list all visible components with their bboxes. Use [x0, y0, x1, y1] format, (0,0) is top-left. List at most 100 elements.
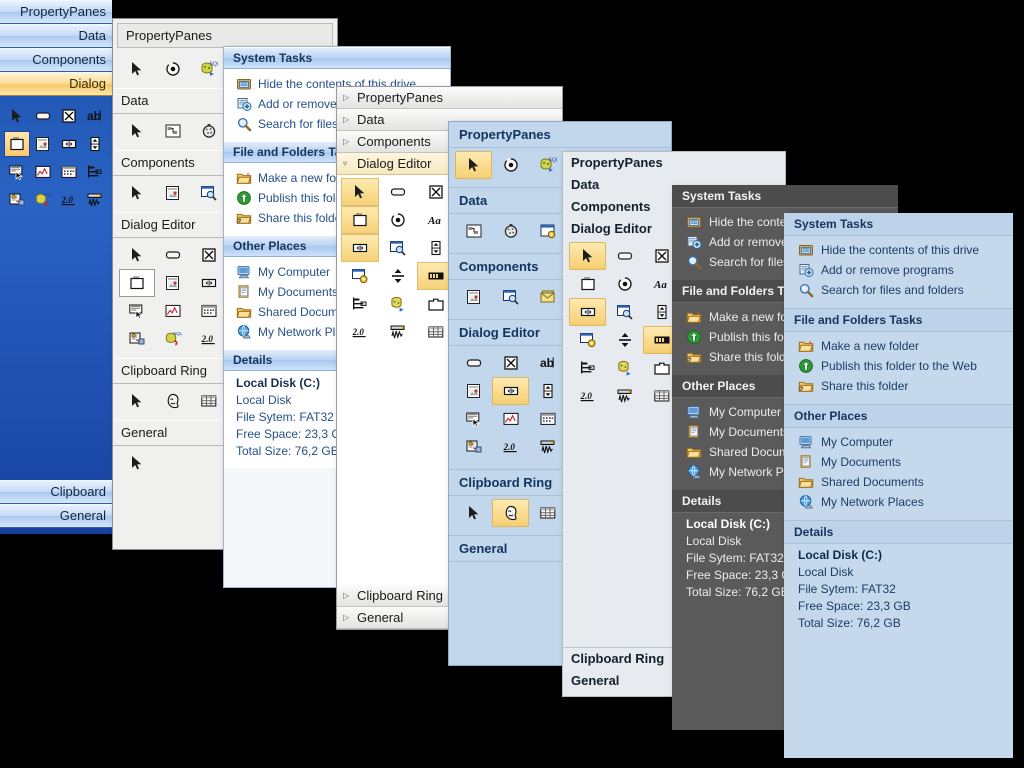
toolbox-item-chart-icon[interactable] [492, 405, 529, 433]
toolbox-item-image-list-icon[interactable] [455, 377, 492, 405]
toolbox-tab-clipboard[interactable]: Clipboard [0, 480, 112, 504]
toolbox-item-sql-connection-icon[interactable]: SQL [529, 151, 566, 179]
toolbox-tab-data[interactable]: Data [0, 24, 112, 48]
toolbox-item-settings-window-icon[interactable] [569, 326, 606, 354]
toolbox-item-twenty-icon[interactable]: 2.0 [191, 325, 227, 353]
toolbox-item-image-list-icon[interactable] [155, 269, 191, 297]
toolbox-item-spin-control-icon[interactable] [529, 377, 566, 405]
task-pane-header[interactable]: File and Folders Tasks [784, 309, 1013, 332]
toolbox-item-radio-button-icon[interactable] [492, 151, 529, 179]
toolbox-item-slider-icon[interactable] [492, 377, 529, 405]
toolbox-group-propertypanes[interactable]: PropertyPanes [449, 122, 671, 148]
task-pane-link[interactable]: Publish this folder to the Web [784, 356, 1013, 376]
toolbox-item-chart-icon[interactable] [155, 297, 191, 325]
toolbox-item-sql-report-icon[interactable] [4, 187, 30, 213]
toolbox-item-twenty-icon[interactable]: 2.0 [341, 318, 379, 346]
toolbox-item-button-icon[interactable] [30, 103, 56, 129]
toolbox-item-cursor-pick-icon[interactable] [119, 297, 155, 325]
toolbox-item-sql-report-icon[interactable] [119, 325, 155, 353]
toolbox-item-button-icon[interactable] [455, 349, 492, 377]
toolbox-item-twenty-icon[interactable]: 2.0 [569, 382, 606, 410]
toolbox-item-chart-icon[interactable] [30, 159, 56, 185]
toolbox-item-dialog-xyz-icon[interactable]: xyz [4, 131, 30, 157]
toolbox-item-textbox-icon[interactable]: ab [82, 103, 108, 129]
toolbox-item-waveform-icon[interactable] [606, 382, 643, 410]
toolbox-tab-general[interactable]: General [0, 504, 112, 528]
task-pane-link[interactable]: Make a new folder [784, 336, 1013, 356]
toolbox-item-twenty-icon[interactable]: 2.0 [492, 433, 529, 461]
toolbox-item-calendar-icon[interactable] [191, 297, 227, 325]
toolbox-tab-propertypanes[interactable]: PropertyPanes [0, 0, 112, 24]
toolbox-item-pointer-icon[interactable] [569, 242, 606, 270]
toolbox-item-sql-report-icon[interactable] [455, 433, 492, 461]
toolbox-item-textbox-icon[interactable]: ab [529, 349, 566, 377]
task-pane-link[interactable]: Share this folder [784, 376, 1013, 396]
task-pane-header[interactable]: System Tasks [672, 185, 898, 208]
toolbox-item-dataset-icon[interactable] [606, 354, 643, 382]
toolbox-item-calendar-icon[interactable] [56, 159, 82, 185]
toolbox-item-waveform-icon[interactable] [82, 187, 108, 213]
toolbox-item-timer-icon[interactable] [492, 217, 529, 245]
toolbox-item-cursor-pick-icon[interactable] [455, 405, 492, 433]
toolbox-item-sql-command-icon[interactable]: SQL [155, 325, 191, 353]
toolbox-item-slider-icon[interactable] [341, 234, 379, 262]
task-pane-link[interactable]: Add or remove programs [784, 260, 1013, 280]
toolbox-item-button-icon[interactable] [155, 241, 191, 269]
task-pane-header[interactable]: System Tasks [784, 213, 1013, 236]
toolbox-item-spin-control-icon[interactable] [82, 131, 108, 157]
lightblue-task-pane[interactable]: System TasksHide the contents of this dr… [784, 213, 1013, 758]
toolbox-item-pointer-icon[interactable] [455, 151, 492, 179]
task-pane-link[interactable]: My Documents [784, 452, 1013, 472]
toolbox-item-tree-view-icon[interactable] [341, 290, 379, 318]
toolbox-item-image-list-icon[interactable] [155, 179, 191, 207]
toolbox-item-checkbox-icon[interactable] [56, 103, 82, 129]
toolbox-item-slider-icon[interactable] [56, 131, 82, 157]
toolbox-item-find-component-icon[interactable] [191, 179, 227, 207]
toolbox-item-pointer-icon[interactable] [119, 241, 155, 269]
toolbox-item-sql-connection-icon[interactable]: SQL [191, 55, 227, 83]
toolbox-item-image-list-icon[interactable] [30, 131, 56, 157]
toolbox-item-pointer-icon[interactable] [119, 387, 155, 415]
toolbox-item-pointer-icon[interactable] [119, 449, 155, 477]
toolbox-item-twenty-icon[interactable]: 2.0 [56, 187, 82, 213]
toolbox-item-data-form-icon[interactable] [529, 217, 566, 245]
toolbox-item-image-list-icon[interactable] [455, 283, 492, 311]
task-pane-header[interactable]: Other Places [784, 405, 1013, 428]
toolbox-item-tree-view-icon[interactable] [82, 159, 108, 185]
toolbox-item-pointer-icon[interactable] [119, 55, 155, 83]
toolbox-item-data-grid-icon[interactable] [191, 387, 227, 415]
toolbox-item-pointer-icon[interactable] [119, 179, 155, 207]
toolbox-item-button-icon[interactable] [606, 242, 643, 270]
details-header[interactable]: Details [784, 521, 1013, 544]
toolbox-item-tree-view-icon[interactable] [569, 354, 606, 382]
toolbox-item-mail-component-icon[interactable] [529, 283, 566, 311]
task-pane-link[interactable]: Search for files and folders [784, 280, 1013, 300]
toolbox-item-radio-button-icon[interactable] [606, 270, 643, 298]
toolbox-item-cursor-pick-icon[interactable] [4, 159, 30, 185]
toolbox-item-pointer-icon[interactable] [455, 499, 492, 527]
toolbox-item-checkbox-icon[interactable] [492, 349, 529, 377]
toolbox-item-waveform-icon[interactable] [529, 433, 566, 461]
toolbox-item-clipboard-head-icon[interactable] [155, 387, 191, 415]
toolbox-item-find-component-icon[interactable] [492, 283, 529, 311]
task-pane-header[interactable]: System Tasks [224, 47, 450, 69]
toolbox-item-find-component-icon[interactable] [379, 234, 417, 262]
toolbox-item-pointer-icon[interactable] [119, 117, 155, 145]
toolbox-item-dialog-xyz-icon[interactable]: xyz [569, 270, 606, 298]
toolbox-item-property-grid-icon[interactable] [455, 217, 492, 245]
toolbox-item-radio-button-icon[interactable] [155, 55, 191, 83]
toolbox-item-radio-button-icon[interactable] [379, 206, 417, 234]
toolbox-item-splitter-icon[interactable] [606, 326, 643, 354]
toolbox-tab-dialog[interactable]: Dialog [0, 72, 112, 96]
toolbox-item-dataset-icon[interactable] [379, 290, 417, 318]
toolbox-item-slider-icon[interactable] [191, 269, 227, 297]
toolbox-item-timer-icon[interactable] [191, 117, 227, 145]
toolbox-item-dialog-xyz-icon[interactable]: xyz [341, 206, 379, 234]
toolbox-item-pointer-icon[interactable] [4, 103, 30, 129]
toolbox-group-propertypanes[interactable]: PropertyPanes [563, 152, 785, 174]
toolbox-item-settings-window-icon[interactable] [341, 262, 379, 290]
toolbox-item-property-grid-icon[interactable] [155, 117, 191, 145]
toolbox-item-splitter-icon[interactable] [379, 262, 417, 290]
toolbox-item-dialog-xyz-icon[interactable]: xyz [119, 269, 155, 297]
task-pane-link[interactable]: My Network Places [784, 492, 1013, 512]
